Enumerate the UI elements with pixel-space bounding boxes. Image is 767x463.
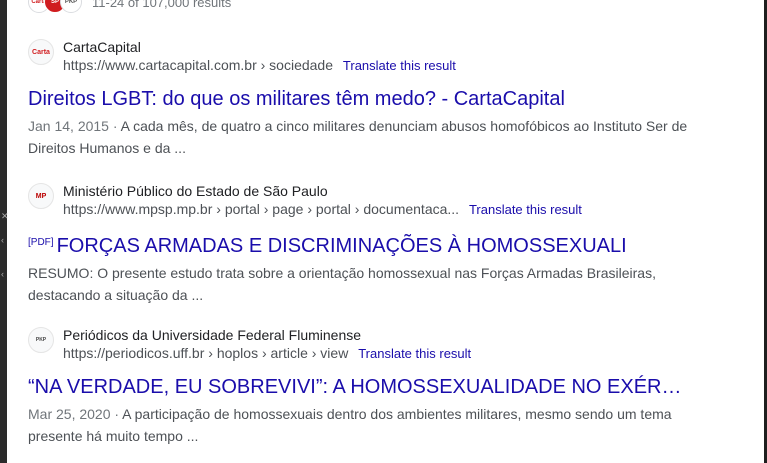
source-url: https://periodicos.uff.br › hoplos › art…: [63, 345, 349, 361]
result-snippet: Jan 14, 2015 · A cada mês, de quatro a c…: [28, 115, 688, 159]
snippet-text: A cada mês, de quatro a cinco militares …: [28, 118, 688, 156]
source-url: https://www.cartacapital.com.br › socied…: [63, 57, 334, 73]
result-title-link[interactable]: [PDF] FORÇAS ARMADAS E DISCRIMINAÇÕES À H…: [28, 230, 688, 259]
source-name: Periódicos da Universidade Federal Flumi…: [63, 327, 362, 343]
left-panel-edge: ✕ ‹ ‹: [0, 0, 9, 463]
result-title: Direitos LGBT: do que os militares têm m…: [28, 88, 565, 110]
translate-link[interactable]: Translate this result: [343, 58, 456, 73]
search-result: MP Ministério Público do Estado de São P…: [28, 182, 688, 306]
result-source[interactable]: MP Ministério Público do Estado de São P…: [28, 182, 688, 219]
translate-link[interactable]: Translate this result: [469, 202, 582, 217]
favicon-icon: Carta: [28, 39, 54, 65]
chevron-left-icon[interactable]: ‹: [1, 270, 4, 279]
result-title: “NA VERDADE, EU SOBREVIVI”: A HOMOSSEXUA…: [28, 376, 688, 398]
source-name: CartaCapital: [63, 39, 141, 55]
source-name: Ministério Público do Estado de São Paul…: [63, 183, 328, 199]
result-source[interactable]: PKP Periódicos da Universidade Federal F…: [28, 326, 688, 363]
snippet-text: RESUMO: O presente estudo trata sobre a …: [28, 265, 656, 303]
result-source[interactable]: Carta CartaCapital https://www.cartacapi…: [28, 38, 688, 75]
translate-link[interactable]: Translate this result: [358, 346, 471, 361]
source-url: https://www.mpsp.mp.br › portal › page ›…: [63, 201, 460, 217]
search-result: Carta CartaCapital https://www.cartacapi…: [28, 38, 688, 159]
collapse-icon[interactable]: ✕: [1, 212, 9, 221]
favicon-icon: PKP: [28, 327, 54, 353]
result-snippet: Mar 25, 2020 · A participação de homosse…: [28, 403, 688, 447]
result-title-link[interactable]: Direitos LGBT: do que os militares têm m…: [28, 86, 688, 112]
snippet-text: A participação de homossexuais dentro do…: [28, 406, 672, 444]
result-date: Jan 14, 2015 ·: [28, 118, 121, 134]
result-snippet: RESUMO: O presente estudo trata sobre a …: [28, 262, 688, 306]
result-date: Mar 25, 2020 ·: [28, 406, 123, 422]
avatar: PKP: [60, 0, 82, 13]
result-title-link[interactable]: “NA VERDADE, EU SOBREVIVI”: A HOMOSSEXUA…: [28, 374, 688, 400]
results-count: 11-24 of 107,000 results: [92, 0, 232, 10]
favicon-icon: MP: [28, 183, 54, 209]
results-header: Carta SP PKP 11-24 of 107,000 results: [28, 0, 231, 14]
result-title: FORÇAS ARMADAS E DISCRIMINAÇÕES À HOMOSS…: [56, 235, 627, 257]
chevron-left-icon[interactable]: ‹: [1, 236, 4, 245]
search-result: PKP Periódicos da Universidade Federal F…: [28, 326, 688, 447]
pdf-badge: [PDF]: [28, 237, 54, 248]
